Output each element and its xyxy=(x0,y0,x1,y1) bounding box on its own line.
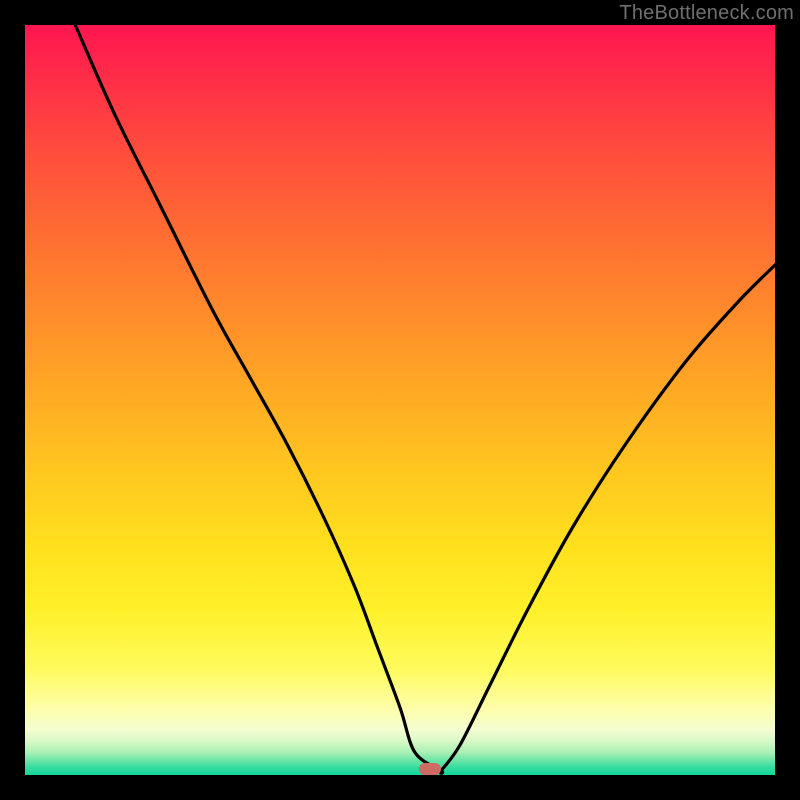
plot-area xyxy=(25,25,775,775)
chart-frame: TheBottleneck.com xyxy=(0,0,800,800)
watermark-text: TheBottleneck.com xyxy=(619,2,794,25)
bottleneck-curve xyxy=(25,25,775,775)
bottleneck-marker xyxy=(419,763,441,775)
